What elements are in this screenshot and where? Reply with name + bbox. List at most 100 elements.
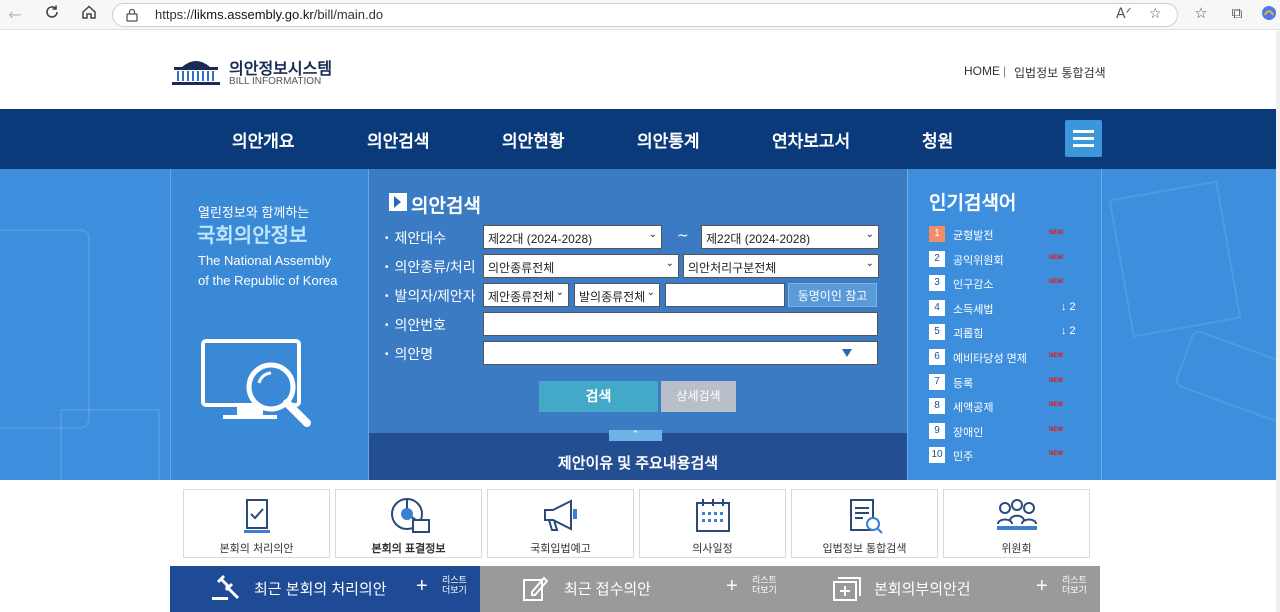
- refresh-icon[interactable]: [41, 4, 63, 26]
- gavel-icon: [212, 574, 240, 600]
- chevron-down-icon: ⌄: [646, 287, 655, 298]
- favorite-star-icon[interactable]: ☆: [1149, 6, 1162, 22]
- triangle-down-icon[interactable]: [842, 349, 852, 357]
- collections-icon[interactable]: ⧉: [1226, 4, 1248, 22]
- popular-keyword-item[interactable]: 6 예비타당성 면제 NEW: [929, 349, 1099, 366]
- intro-title: 국회의안정보: [197, 225, 308, 247]
- reason-search-bar[interactable]: ⌃ 제안이유 및 주요내용검색: [369, 430, 907, 480]
- people-icon: [996, 499, 1037, 530]
- popular-keyword-item[interactable]: 4 소득세법 ↓ 2: [929, 299, 1099, 317]
- search-title: 의안검색: [411, 196, 481, 217]
- browser-toolbar: ← https://likms.assembly.go.kr/bill/main…: [0, 0, 1280, 30]
- assembly-building-icon: [172, 61, 220, 85]
- tab-recent-received[interactable]: 최근 접수의안 + 리스트 더보기: [480, 566, 790, 612]
- rank-number: 10: [929, 447, 945, 464]
- document-check-icon: [243, 499, 270, 533]
- label-bill-name: 의안명: [385, 344, 434, 364]
- rank-number: 4: [929, 299, 945, 316]
- same-name-button[interactable]: 동명이인 참고: [788, 283, 877, 307]
- search-button[interactable]: 검색: [539, 381, 658, 412]
- proposer-kind-select[interactable]: 발의종류전체 ⌄: [574, 283, 660, 307]
- integrated-search-link[interactable]: 입법정보 통합검색: [1014, 64, 1106, 81]
- bottom-tabs: 최근 본회의 처리의안 + 리스트 더보기 최근 접수의안 + 리스트 더보기 본회…: [0, 566, 1280, 612]
- new-badge: NEW: [1049, 402, 1063, 409]
- tab-label: 최근 접수의안: [564, 581, 651, 598]
- more-list-link[interactable]: 리스트 더보기: [442, 575, 467, 595]
- proposer-name-input[interactable]: [665, 283, 785, 307]
- tab-plenary-agenda[interactable]: 본회의부의안건 + 리스트 더보기: [790, 566, 1100, 612]
- popular-keyword-item[interactable]: 3 인구감소 NEW: [929, 275, 1099, 292]
- nav-petition[interactable]: 청원: [922, 127, 953, 152]
- detail-search-button[interactable]: 상세검색: [661, 381, 736, 412]
- quick-link-label: 위원회: [1001, 543, 1032, 555]
- keyword-text: 세액공제: [953, 402, 994, 415]
- home-link[interactable]: HOME: [964, 64, 1000, 78]
- popular-keyword-item[interactable]: 10 민주 NEW: [929, 447, 1099, 464]
- popular-keyword-item[interactable]: 1 균형발전 NEW: [929, 226, 1099, 243]
- reason-search-label: 제안이유 및 주요내용검색: [557, 455, 719, 472]
- chevron-down-icon: ⌄: [648, 229, 657, 240]
- popular-keyword-item[interactable]: 7 등록 NEW: [929, 373, 1099, 391]
- home-icon[interactable]: [78, 4, 100, 26]
- new-badge: NEW: [1049, 451, 1063, 458]
- nav-bill-overview[interactable]: 의안개요: [232, 127, 295, 152]
- nav-bill-status[interactable]: 의안현황: [502, 127, 565, 152]
- label-session: 제안대수: [385, 228, 447, 248]
- popular-keyword-item[interactable]: 8 세액공제 NEW: [929, 398, 1099, 415]
- popular-title: 인기검색어: [929, 193, 1017, 214]
- plus-icon[interactable]: +: [416, 575, 428, 598]
- rank-change: ↓ 2: [1061, 325, 1076, 338]
- calendar-icon: [695, 499, 730, 532]
- quick-link-label: 본회의 처리의안: [219, 543, 294, 555]
- bill-type-select[interactable]: 의안종류전체 ⌄: [483, 254, 679, 278]
- popular-keyword-item[interactable]: 9 장애인 NEW: [929, 422, 1099, 440]
- address-bar[interactable]: https://likms.assembly.go.kr/bill/main.d…: [112, 3, 1178, 27]
- plus-icon[interactable]: +: [726, 575, 738, 598]
- nav-annual-report[interactable]: 연차보고서: [772, 127, 850, 152]
- hamburger-menu-icon[interactable]: [1065, 120, 1102, 157]
- session-from-select[interactable]: 제22대 (2024-2028) ⌄: [483, 225, 662, 249]
- popular-keyword-item[interactable]: 5 괴롭힘 ↓ 2: [929, 324, 1099, 341]
- bill-number-input[interactable]: [483, 312, 878, 336]
- chevron-up-icon[interactable]: ⌃: [609, 430, 662, 441]
- bill-name-input[interactable]: [483, 341, 878, 365]
- proposer-type-select[interactable]: 제안종류전체 ⌄: [483, 283, 569, 307]
- more-list-link[interactable]: 리스트 더보기: [752, 575, 777, 595]
- intro-english-line2: of the Republic of Korea: [198, 273, 338, 288]
- document-search-icon: [849, 499, 883, 534]
- read-aloud-icon[interactable]: Aᐟ: [1116, 6, 1132, 22]
- site-logo[interactable]: 의안정보시스템 BILL INFORMATION: [170, 55, 340, 91]
- tab-recent-processed[interactable]: 최근 본회의 처리의안 + 리스트 더보기: [170, 566, 480, 612]
- keyword-text: 균형발전: [953, 230, 994, 242]
- nav-bill-search[interactable]: 의안검색: [367, 127, 430, 152]
- chevron-down-icon: ⌄: [865, 258, 874, 269]
- quick-link-processed-bills[interactable]: 본회의 처리의안: [183, 489, 330, 558]
- popular-keyword-item[interactable]: 2 공익위원회 NEW: [929, 250, 1099, 268]
- chevron-down-icon: ⌄: [555, 287, 564, 298]
- bill-type-value: 의안종류전체: [488, 261, 555, 275]
- quick-link-legislative-notice[interactable]: 국회입법예고: [487, 489, 634, 558]
- new-badge: NEW: [1049, 254, 1063, 261]
- rank-number: 5: [929, 324, 945, 341]
- lock-icon[interactable]: [125, 8, 139, 22]
- keyword-text: 인구감소: [953, 279, 994, 292]
- url-text: https://likms.assembly.go.kr/bill/main.d…: [155, 7, 384, 22]
- quick-link-vote-info[interactable]: 본회의 표결정보: [335, 489, 482, 558]
- process-type-select[interactable]: 의안처리구분전체 ⌄: [683, 254, 879, 278]
- session-to-select[interactable]: 제22대 (2024-2028) ⌄: [701, 225, 879, 249]
- rank-number: 9: [929, 422, 945, 439]
- scrollbar[interactable]: [1276, 31, 1280, 612]
- keyword-text: 예비타당성 면제: [953, 353, 1027, 365]
- nav-bill-statistics[interactable]: 의안통계: [637, 127, 700, 152]
- copilot-icon[interactable]: [1258, 4, 1280, 26]
- favorites-list-icon[interactable]: ☆: [1190, 4, 1212, 22]
- quick-link-committee[interactable]: 위원회: [943, 489, 1090, 558]
- more-list-link[interactable]: 리스트 더보기: [1062, 575, 1087, 595]
- quick-link-integrated-search[interactable]: 입법정보 통합검색: [791, 489, 938, 558]
- rank-number: 1: [929, 226, 945, 242]
- quick-link-schedule[interactable]: 의사일정: [639, 489, 786, 558]
- back-arrow-icon[interactable]: ←: [4, 4, 26, 26]
- plus-icon[interactable]: +: [1036, 575, 1048, 598]
- chevron-down-icon: ⌄: [865, 229, 874, 240]
- new-badge: NEW: [1049, 353, 1063, 359]
